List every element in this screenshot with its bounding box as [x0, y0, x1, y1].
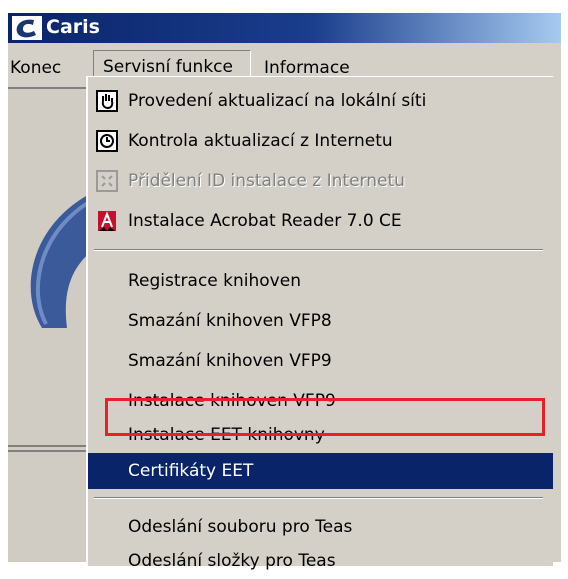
menu-item-internet-check[interactable]: Kontrola aktualizací z Internetu — [88, 123, 553, 159]
menu-item-label: Instalace EET knihovny — [128, 425, 325, 445]
menu-item-label: Přidělení ID instalace z Internetu — [128, 171, 405, 191]
title-bar[interactable]: Caris — [8, 13, 561, 43]
acrobat-icon — [98, 211, 116, 231]
servisni-funkce-dropdown: Provedení aktualizací na lokální síti Ko… — [86, 76, 553, 571]
menu-item-instalace-eet[interactable]: Instalace EET knihovny — [88, 417, 553, 453]
internet-check-icon — [96, 130, 118, 152]
menu-item-id-assign[interactable]: Přidělení ID instalace z Internetu — [88, 163, 553, 199]
menu-item-instalace-vfp9[interactable]: Instalace knihoven VFP9 — [88, 383, 553, 419]
menu-item-odeslani-slozky[interactable]: Odeslání složky pro Teas — [88, 543, 553, 579]
menu-item-registrace-knihoven[interactable]: Registrace knihoven — [88, 263, 553, 299]
menu-item-label: Instalace Acrobat Reader 7.0 CE — [128, 211, 402, 231]
menu-item-smazani-vfp8[interactable]: Smazání knihoven VFP8 — [88, 303, 553, 339]
menu-item-label: Smazání knihoven VFP8 — [128, 311, 332, 331]
menu-item-label: Registrace knihoven — [128, 271, 301, 291]
id-assign-icon — [96, 170, 118, 192]
caris-logo-icon — [12, 16, 42, 40]
menu-item-certifikaty-eet[interactable]: Certifikáty EET — [88, 453, 553, 489]
menu-item-odeslani-souboru[interactable]: Odeslání souboru pro Teas — [88, 509, 553, 545]
menu-item-lan-updates[interactable]: Provedení aktualizací na lokální síti — [88, 83, 553, 119]
menu-item-label: Instalace knihoven VFP9 — [128, 391, 336, 411]
menu-item-label: Provedení aktualizací na lokální síti — [128, 91, 427, 111]
menu-item-smazani-vfp9[interactable]: Smazání knihoven VFP9 — [88, 343, 553, 379]
menu-item-label: Smazání knihoven VFP9 — [128, 351, 332, 371]
menu-konec[interactable]: Konec — [10, 55, 61, 81]
network-update-icon — [96, 90, 118, 112]
menu-item-label: Odeslání složky pro Teas — [128, 551, 336, 571]
menu-separator — [94, 249, 543, 251]
menu-item-acrobat-install[interactable]: Instalace Acrobat Reader 7.0 CE — [88, 203, 553, 239]
menu-item-label: Odeslání souboru pro Teas — [128, 517, 353, 537]
menu-item-label: Kontrola aktualizací z Internetu — [128, 131, 393, 151]
window-title: Caris — [46, 16, 100, 38]
menu-separator — [94, 497, 543, 499]
menu-item-label: Certifikáty EET — [128, 461, 254, 481]
background-divider — [8, 450, 98, 452]
